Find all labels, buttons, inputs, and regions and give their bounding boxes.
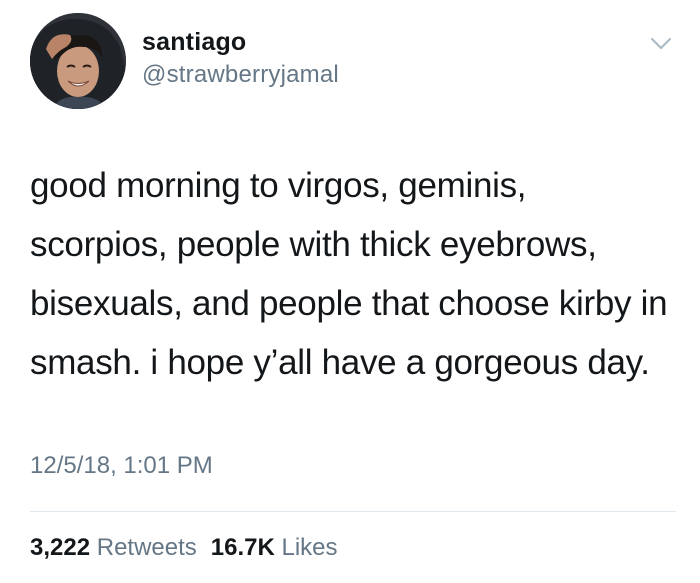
profile-photo-icon: [30, 13, 126, 109]
avatar[interactable]: [30, 13, 126, 109]
tweet-text: good morning to virgos, geminis, scorpio…: [30, 166, 668, 382]
chevron-down-icon[interactable]: [650, 36, 672, 52]
retweets-count: 3,222: [30, 534, 91, 561]
tweet-stats: 3,222 Retweets 16.7K Likes: [30, 534, 338, 562]
display-name[interactable]: santiago: [142, 28, 246, 57]
divider: [30, 511, 676, 512]
likes-stat[interactable]: 16.7K Likes: [211, 534, 338, 562]
tweet-card: santiago @strawberryjamal good morning t…: [0, 0, 700, 583]
retweets-label: Retweets: [96, 534, 197, 561]
likes-label: Likes: [281, 534, 338, 561]
tweet-timestamp[interactable]: 12/5/18, 1:01 PM: [30, 452, 213, 480]
retweets-stat[interactable]: 3,222 Retweets: [30, 534, 197, 562]
likes-count: 16.7K: [210, 534, 275, 561]
user-handle[interactable]: @strawberryjamal: [142, 61, 339, 89]
